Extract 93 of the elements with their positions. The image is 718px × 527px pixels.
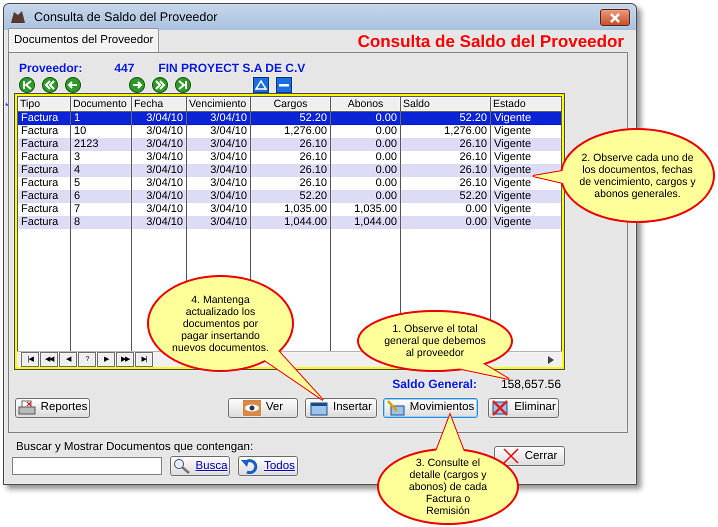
column-header[interactable]: Vencimiento <box>186 96 250 112</box>
table-cell: Factura <box>18 164 70 176</box>
cross-icon <box>502 448 520 464</box>
table-cell: 3/04/10 <box>132 164 186 176</box>
delete-icon <box>491 400 510 416</box>
table-row[interactable]: Factura 6 3/04/10 3/04/10 52.20 0.00 52.20 Vigente <box>18 190 562 202</box>
table-cell: 0.00 <box>400 216 490 228</box>
table-cell: 0.00 <box>330 112 400 124</box>
form-heading: Consulta de Saldo del Proveedor <box>358 32 624 52</box>
column-header[interactable]: Tipo <box>18 96 70 112</box>
pencil-button[interactable]: Movimientos <box>383 398 478 418</box>
table-cell: 3/04/10 <box>132 216 186 228</box>
table-cell: 3/04/10 <box>186 138 250 150</box>
table-row[interactable]: Factura 4 3/04/10 3/04/10 26.10 0.00 26.10 Vigente <box>18 164 562 176</box>
table-row[interactable]: Factura 1 3/04/10 3/04/10 52.20 0.00 52.20 Vigente <box>18 112 562 124</box>
table-cell: 3/04/10 <box>132 190 186 202</box>
delete-button[interactable]: Eliminar <box>488 398 559 418</box>
table-cell: 0.00 <box>330 190 400 202</box>
callout-text: 2. Observe cada uno de los documentos, fechas de vencimiento, cargos y abonos generales. <box>578 152 697 200</box>
table-cell: 3/04/10 <box>186 216 250 228</box>
table-row[interactable]: Factura 2123 3/04/10 3/04/10 26.10 0.00 26.10 Vigente <box>18 138 562 150</box>
window-title: Consulta de Saldo del Proveedor <box>34 8 218 26</box>
table-cell: Vigente <box>490 112 562 124</box>
close-window-button[interactable]: Cerrar <box>494 446 565 466</box>
supplier-name: FIN PROYECT S.A DE C.V <box>158 60 306 76</box>
table-cell: 1 <box>70 112 132 124</box>
close-icon <box>609 12 621 23</box>
table-cell: Factura <box>18 190 70 202</box>
table-cell: 52.20 <box>250 190 330 202</box>
first-icon[interactable] <box>19 77 35 93</box>
table-cell: 8 <box>70 216 132 228</box>
callout-text: 4. Mantenga actualizado los documentos por pagar insertando nuevos documentos. <box>171 294 270 354</box>
table-cell: 52.20 <box>400 190 490 202</box>
table-cell: 26.10 <box>400 164 490 176</box>
table-cell: 3/04/10 <box>132 112 186 124</box>
table-cell: 1,044.00 <box>250 216 330 228</box>
table-cell: 3/04/10 <box>186 112 250 124</box>
eye-button[interactable]: Ver <box>228 398 298 418</box>
column-header[interactable]: Abonos <box>330 96 400 112</box>
supplier-label: Proveedor: <box>19 60 82 76</box>
table-row[interactable]: Factura 8 3/04/10 3/04/10 1,044.00 1,044.00 0.00 Vigente <box>18 216 562 228</box>
table-cell: 3/04/10 <box>132 138 186 150</box>
triangle-up-icon[interactable] <box>253 77 269 93</box>
table-cell: 52.20 <box>400 112 490 124</box>
printer-icon <box>18 400 36 416</box>
app-icon <box>10 9 26 25</box>
fast-back-icon[interactable] <box>42 77 58 93</box>
insert-button[interactable]: Insertar <box>305 398 377 418</box>
tab[interactable]: Documentos del Proveedor <box>8 28 160 52</box>
undo-arrow-icon <box>241 458 260 474</box>
printer-button[interactable]: Reportes <box>15 398 90 418</box>
pencil-icon <box>386 400 405 416</box>
table-cell: Factura <box>18 138 70 150</box>
column-header[interactable]: Fecha <box>132 96 186 112</box>
eye-icon <box>242 400 261 416</box>
table-cell: 3/04/10 <box>186 164 250 176</box>
table-cell: 6 <box>70 190 132 202</box>
fast-forward-icon[interactable] <box>152 77 168 93</box>
search-field[interactable] <box>12 457 162 476</box>
table-cell: 26.10 <box>400 138 490 150</box>
total-value: 158,657.56 <box>500 376 561 393</box>
table-cell: 0.00 <box>330 164 400 176</box>
table-cell: Vigente <box>490 190 562 202</box>
last-icon[interactable] <box>175 77 191 93</box>
table-cell: 26.10 <box>250 138 330 150</box>
table-cell: 3/04/10 <box>186 190 250 202</box>
table-cell: Factura <box>18 112 70 124</box>
column-header[interactable]: Documento <box>70 96 132 112</box>
scroll-right-icon[interactable] <box>548 356 554 364</box>
table-cell: Vigente <box>490 138 562 150</box>
callout-text: 3. Consulte el detalle (cargos y abonos) de cada Factura o Remisión <box>408 456 488 516</box>
table-cell: 0.00 <box>330 138 400 150</box>
minus-icon[interactable] <box>276 77 292 93</box>
total-label: Saldo General: <box>392 376 477 393</box>
window-icon <box>310 400 328 416</box>
undo-button[interactable]: Todos <box>238 456 298 476</box>
row-marker: * <box>5 100 10 113</box>
callout-text: 1. Observe el total general que debemos al proveedor <box>383 323 487 359</box>
table-cell: 4 <box>70 164 132 176</box>
table-cell: 26.10 <box>250 164 330 176</box>
magnifier-icon <box>172 458 191 474</box>
column-header[interactable]: Cargos <box>250 96 330 112</box>
table-cell: Factura <box>18 216 70 228</box>
table-cell: 52.20 <box>250 112 330 124</box>
column-header[interactable]: Saldo <box>400 96 490 112</box>
supplier-number: 447 <box>114 60 134 76</box>
close-button[interactable] <box>600 8 630 26</box>
table-cell: 2123 <box>70 138 132 150</box>
table-cell: Vigente <box>490 216 562 228</box>
search-button[interactable]: Busca <box>170 456 230 476</box>
column-header[interactable]: Estado <box>490 96 562 112</box>
search-label: Buscar y Mostrar Documentos que contengan: <box>15 440 254 455</box>
table-cell: 1,044.00 <box>330 216 400 228</box>
